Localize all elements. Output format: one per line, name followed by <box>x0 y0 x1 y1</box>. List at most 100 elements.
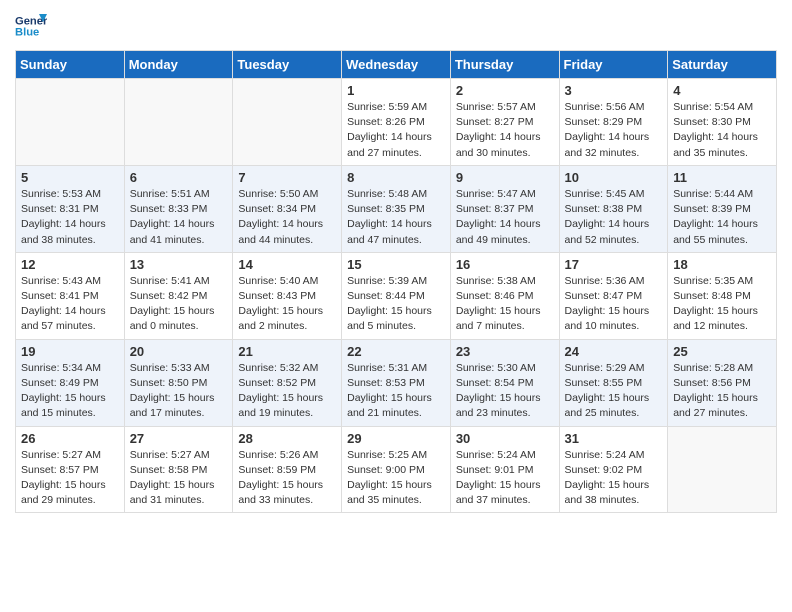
day-info: Sunrise: 5:47 AMSunset: 8:37 PMDaylight:… <box>456 187 554 248</box>
day-number: 15 <box>347 257 445 272</box>
calendar-cell: 23 Sunrise: 5:30 AMSunset: 8:54 PMDayligh… <box>450 339 559 426</box>
calendar-cell: 4Sunrise: 5:54 AMSunset: 8:30 PMDaylight… <box>668 79 777 166</box>
day-number: 19 <box>21 344 119 359</box>
calendar-cell: 28 Sunrise: 5:26 AMSunset: 8:59 PMDayligh… <box>233 426 342 513</box>
day-info: Sunrise: 5:59 AMSunset: 8:26 PMDaylight:… <box>347 100 445 161</box>
day-info: Sunrise: 5:32 AMSunset: 8:52 PMDaylight:… <box>238 361 336 422</box>
day-of-week-header: Saturday <box>668 51 777 79</box>
day-info: Sunrise: 5:33 AMSunset: 8:50 PMDaylight:… <box>130 361 228 422</box>
calendar-cell: 14Sunrise: 5:40 AMSunset: 8:43 PMDayligh… <box>233 252 342 339</box>
calendar-cell: 19 Sunrise: 5:34 AMSunset: 8:49 PMDayligh… <box>16 339 125 426</box>
day-info: Sunrise: 5:24 AMSunset: 9:02 PMDaylight:… <box>565 448 663 509</box>
calendar-cell: 1 Sunrise: 5:59 AMSunset: 8:26 PMDaylight… <box>342 79 451 166</box>
calendar-cell: 5 Sunrise: 5:53 AMSunset: 8:31 PMDaylight… <box>16 165 125 252</box>
calendar-cell: 12 Sunrise: 5:43 AMSunset: 8:41 PMDayligh… <box>16 252 125 339</box>
calendar-week-row: 19 Sunrise: 5:34 AMSunset: 8:49 PMDayligh… <box>16 339 777 426</box>
day-number: 28 <box>238 431 336 446</box>
day-number: 23 <box>456 344 554 359</box>
calendar-week-row: 12 Sunrise: 5:43 AMSunset: 8:41 PMDayligh… <box>16 252 777 339</box>
page-header: General Blue <box>15 10 777 42</box>
day-number: 31 <box>565 431 663 446</box>
day-number: 5 <box>21 170 119 185</box>
day-info: Sunrise: 5:30 AMSunset: 8:54 PMDaylight:… <box>456 361 554 422</box>
day-number: 12 <box>21 257 119 272</box>
day-number: 10 <box>565 170 663 185</box>
calendar-table: SundayMondayTuesdayWednesdayThursdayFrid… <box>15 50 777 513</box>
day-info: Sunrise: 5:45 AMSunset: 8:38 PMDaylight:… <box>565 187 663 248</box>
calendar-cell: 27 Sunrise: 5:27 AMSunset: 8:58 PMDayligh… <box>124 426 233 513</box>
day-info: Sunrise: 5:53 AMSunset: 8:31 PMDaylight:… <box>21 187 119 248</box>
calendar-cell: 10 Sunrise: 5:45 AMSunset: 8:38 PMDayligh… <box>559 165 668 252</box>
calendar-cell: 16 Sunrise: 5:38 AMSunset: 8:46 PMDayligh… <box>450 252 559 339</box>
calendar-cell: 6 Sunrise: 5:51 AMSunset: 8:33 PMDaylight… <box>124 165 233 252</box>
day-of-week-header: Wednesday <box>342 51 451 79</box>
day-number: 4 <box>673 83 771 98</box>
svg-text:Blue: Blue <box>15 27 39 39</box>
day-info: Sunrise: 5:41 AMSunset: 8:42 PMDaylight:… <box>130 274 228 335</box>
day-number: 18 <box>673 257 771 272</box>
day-number: 25 <box>673 344 771 359</box>
calendar-cell: 15 Sunrise: 5:39 AMSunset: 8:44 PMDayligh… <box>342 252 451 339</box>
day-of-week-header: Thursday <box>450 51 559 79</box>
day-info: Sunrise: 5:39 AMSunset: 8:44 PMDaylight:… <box>347 274 445 335</box>
day-number: 6 <box>130 170 228 185</box>
calendar-cell: 21 Sunrise: 5:32 AMSunset: 8:52 PMDayligh… <box>233 339 342 426</box>
calendar-cell: 31 Sunrise: 5:24 AMSunset: 9:02 PMDayligh… <box>559 426 668 513</box>
logo-icon: General Blue <box>15 10 47 42</box>
day-info: Sunrise: 5:57 AMSunset: 8:27 PMDaylight:… <box>456 100 554 161</box>
day-of-week-header: Tuesday <box>233 51 342 79</box>
day-number: 29 <box>347 431 445 446</box>
day-number: 16 <box>456 257 554 272</box>
day-of-week-header: Sunday <box>16 51 125 79</box>
day-number: 1 <box>347 83 445 98</box>
calendar-cell: 13 Sunrise: 5:41 AMSunset: 8:42 PMDayligh… <box>124 252 233 339</box>
day-number: 24 <box>565 344 663 359</box>
day-number: 2 <box>456 83 554 98</box>
calendar-cell: 22 Sunrise: 5:31 AMSunset: 8:53 PMDayligh… <box>342 339 451 426</box>
day-info: Sunrise: 5:48 AMSunset: 8:35 PMDaylight:… <box>347 187 445 248</box>
day-number: 7 <box>238 170 336 185</box>
calendar-cell: 17 Sunrise: 5:36 AMSunset: 8:47 PMDayligh… <box>559 252 668 339</box>
calendar-cell: 30 Sunrise: 5:24 AMSunset: 9:01 PMDayligh… <box>450 426 559 513</box>
day-number: 27 <box>130 431 228 446</box>
day-info: Sunrise: 5:24 AMSunset: 9:01 PMDaylight:… <box>456 448 554 509</box>
day-info: Sunrise: 5:36 AMSunset: 8:47 PMDaylight:… <box>565 274 663 335</box>
calendar-week-row: 5 Sunrise: 5:53 AMSunset: 8:31 PMDaylight… <box>16 165 777 252</box>
day-info: Sunrise: 5:51 AMSunset: 8:33 PMDaylight:… <box>130 187 228 248</box>
calendar-cell: 9Sunrise: 5:47 AMSunset: 8:37 PMDaylight… <box>450 165 559 252</box>
day-info: Sunrise: 5:28 AMSunset: 8:56 PMDaylight:… <box>673 361 771 422</box>
day-number: 22 <box>347 344 445 359</box>
calendar-cell: 11 Sunrise: 5:44 AMSunset: 8:39 PMDayligh… <box>668 165 777 252</box>
calendar-cell: 7Sunrise: 5:50 AMSunset: 8:34 PMDaylight… <box>233 165 342 252</box>
calendar-cell <box>233 79 342 166</box>
day-number: 21 <box>238 344 336 359</box>
calendar-week-row: 1 Sunrise: 5:59 AMSunset: 8:26 PMDaylight… <box>16 79 777 166</box>
day-info: Sunrise: 5:38 AMSunset: 8:46 PMDaylight:… <box>456 274 554 335</box>
day-info: Sunrise: 5:40 AMSunset: 8:43 PMDaylight:… <box>238 274 336 335</box>
day-info: Sunrise: 5:44 AMSunset: 8:39 PMDaylight:… <box>673 187 771 248</box>
calendar-cell: 20Sunrise: 5:33 AMSunset: 8:50 PMDayligh… <box>124 339 233 426</box>
calendar-cell: 3Sunrise: 5:56 AMSunset: 8:29 PMDaylight… <box>559 79 668 166</box>
day-number: 13 <box>130 257 228 272</box>
day-of-week-header: Friday <box>559 51 668 79</box>
day-number: 11 <box>673 170 771 185</box>
day-info: Sunrise: 5:43 AMSunset: 8:41 PMDaylight:… <box>21 274 119 335</box>
calendar-cell: 29 Sunrise: 5:25 AMSunset: 9:00 PMDayligh… <box>342 426 451 513</box>
calendar-cell <box>668 426 777 513</box>
day-info: Sunrise: 5:27 AMSunset: 8:58 PMDaylight:… <box>130 448 228 509</box>
day-number: 17 <box>565 257 663 272</box>
calendar-cell: 24Sunrise: 5:29 AMSunset: 8:55 PMDayligh… <box>559 339 668 426</box>
calendar-cell: 8 Sunrise: 5:48 AMSunset: 8:35 PMDaylight… <box>342 165 451 252</box>
day-number: 8 <box>347 170 445 185</box>
day-number: 30 <box>456 431 554 446</box>
day-of-week-header: Monday <box>124 51 233 79</box>
calendar-cell <box>16 79 125 166</box>
day-info: Sunrise: 5:27 AMSunset: 8:57 PMDaylight:… <box>21 448 119 509</box>
day-info: Sunrise: 5:34 AMSunset: 8:49 PMDaylight:… <box>21 361 119 422</box>
day-info: Sunrise: 5:25 AMSunset: 9:00 PMDaylight:… <box>347 448 445 509</box>
day-info: Sunrise: 5:26 AMSunset: 8:59 PMDaylight:… <box>238 448 336 509</box>
day-number: 26 <box>21 431 119 446</box>
day-info: Sunrise: 5:31 AMSunset: 8:53 PMDaylight:… <box>347 361 445 422</box>
calendar-cell: 2 Sunrise: 5:57 AMSunset: 8:27 PMDaylight… <box>450 79 559 166</box>
calendar-header-row: SundayMondayTuesdayWednesdayThursdayFrid… <box>16 51 777 79</box>
